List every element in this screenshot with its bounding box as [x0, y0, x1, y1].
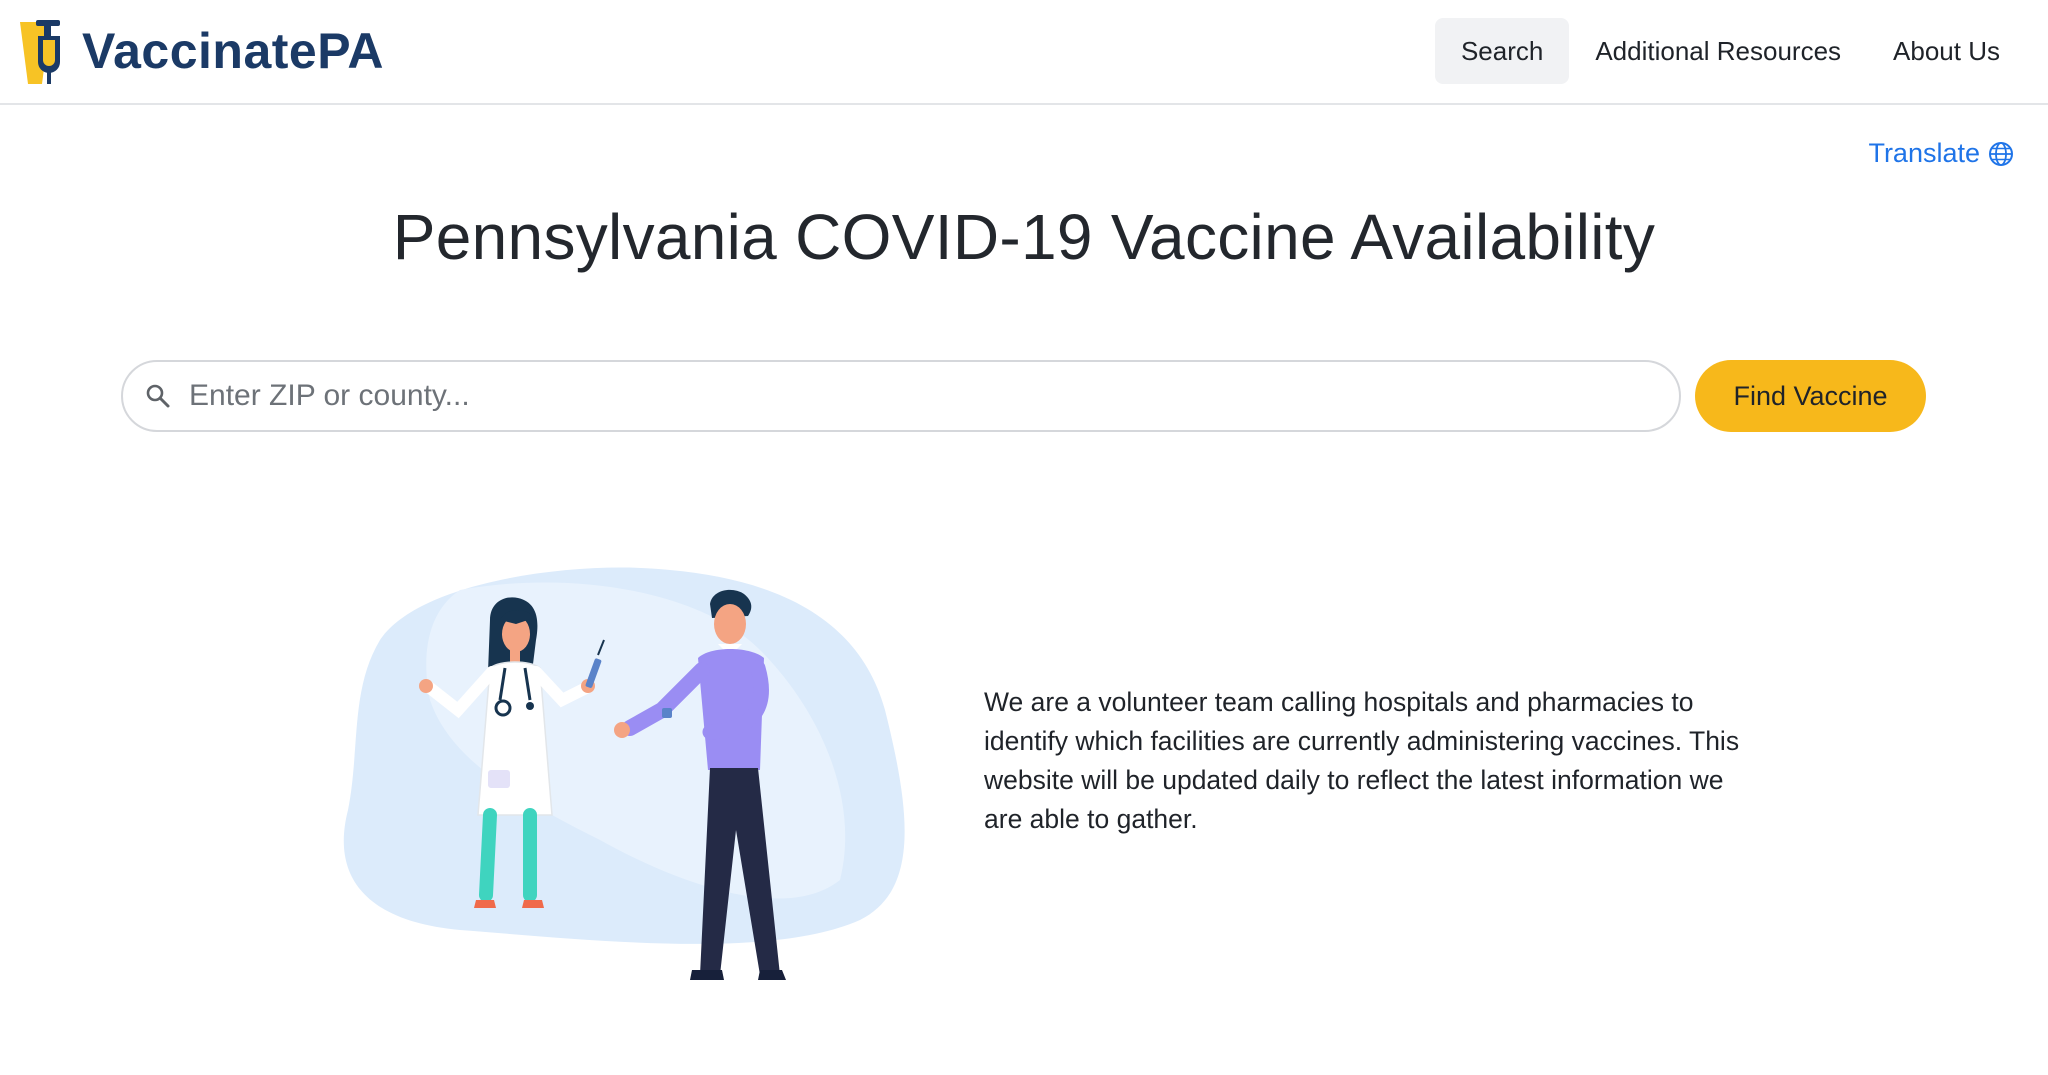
doctor-patient-illustration — [343, 567, 905, 980]
translate-button[interactable]: Translate — [1868, 138, 2014, 169]
top-navbar: VaccinatePA Search Additional Resources … — [0, 0, 2048, 105]
syringe-logo-icon — [20, 20, 60, 84]
search-box[interactable] — [121, 360, 1681, 432]
find-vaccine-button[interactable]: Find Vaccine — [1695, 360, 1926, 432]
page: VaccinatePA Search Additional Resources … — [0, 0, 2048, 1075]
search-input[interactable] — [187, 378, 1631, 414]
nav-item-additional-resources[interactable]: Additional Resources — [1569, 18, 1867, 84]
translate-label: Translate — [1868, 138, 1980, 168]
intro-paragraph: We are a volunteer team calling hospital… — [984, 687, 1740, 834]
globe-icon — [1989, 141, 2013, 166]
brand-name: VaccinatePA — [82, 23, 384, 79]
page-title: Pennsylvania COVID-19 Vaccine Availabili… — [392, 201, 1656, 273]
nav-item-search[interactable]: Search — [1434, 18, 1570, 84]
main-nav: Search Additional Resources About Us — [1434, 18, 2026, 84]
search-icon — [146, 384, 170, 408]
nav-item-about-us[interactable]: About Us — [1867, 18, 2026, 84]
brand-home-link[interactable]: VaccinatePA — [20, 18, 384, 84]
